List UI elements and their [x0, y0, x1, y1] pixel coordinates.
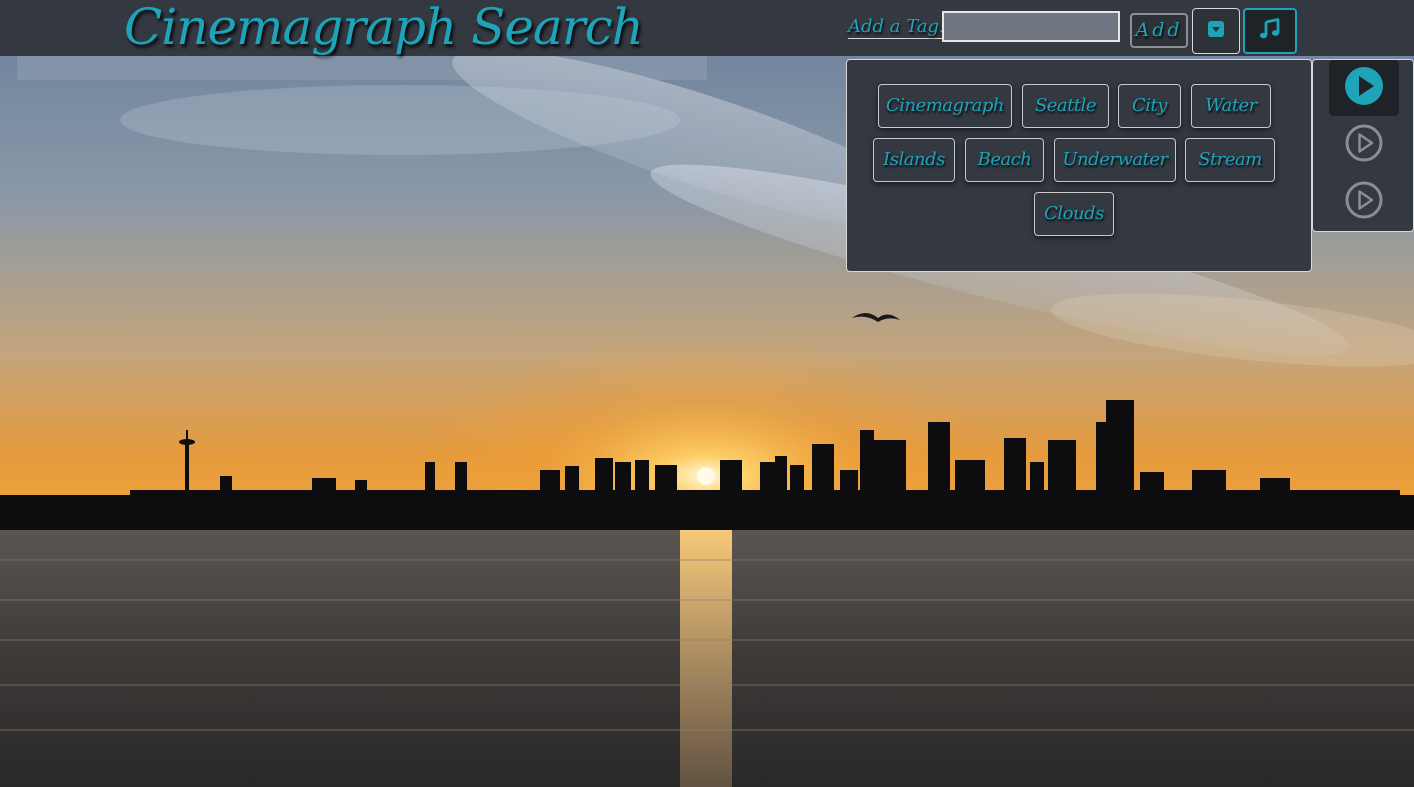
play-circle-icon [1344, 180, 1384, 224]
music-panel [1312, 59, 1414, 232]
tag-chip-clouds[interactable]: Clouds [1034, 192, 1114, 236]
music-track-2-play-button[interactable] [1329, 117, 1399, 173]
tag-panel: Cinemagraph Seattle City Water Islands B… [846, 59, 1312, 272]
music-track-3-play-button[interactable] [1329, 174, 1399, 230]
tag-chip-beach[interactable]: Beach [965, 138, 1044, 182]
music-note-icon [1258, 17, 1282, 45]
add-tag-label: Add a Tag: [848, 16, 946, 39]
tag-chip-underwater[interactable]: Underwater [1054, 138, 1176, 182]
music-toggle-button[interactable] [1243, 8, 1297, 54]
tag-chip-stream[interactable]: Stream [1185, 138, 1275, 182]
header-bar: Cinemagraph Search Add a Tag: Add [0, 0, 1414, 56]
caret-square-down-icon [1207, 20, 1225, 42]
app-title: Cinemagraph Search [124, 0, 644, 56]
tag-chip-islands[interactable]: Islands [873, 138, 955, 182]
tag-dropdown-toggle-button[interactable] [1192, 8, 1240, 54]
play-circle-icon [1344, 123, 1384, 167]
tag-chip-city[interactable]: City [1118, 84, 1181, 128]
tag-chip-seattle[interactable]: Seattle [1022, 84, 1109, 128]
search-results-bar [17, 56, 707, 80]
tag-input[interactable] [942, 11, 1120, 42]
add-tag-button[interactable]: Add [1130, 13, 1188, 48]
tag-chip-cinemagraph[interactable]: Cinemagraph [878, 84, 1012, 128]
music-track-1-play-button[interactable] [1329, 60, 1399, 116]
tag-chip-water[interactable]: Water [1191, 84, 1271, 128]
play-circle-icon [1344, 66, 1384, 110]
